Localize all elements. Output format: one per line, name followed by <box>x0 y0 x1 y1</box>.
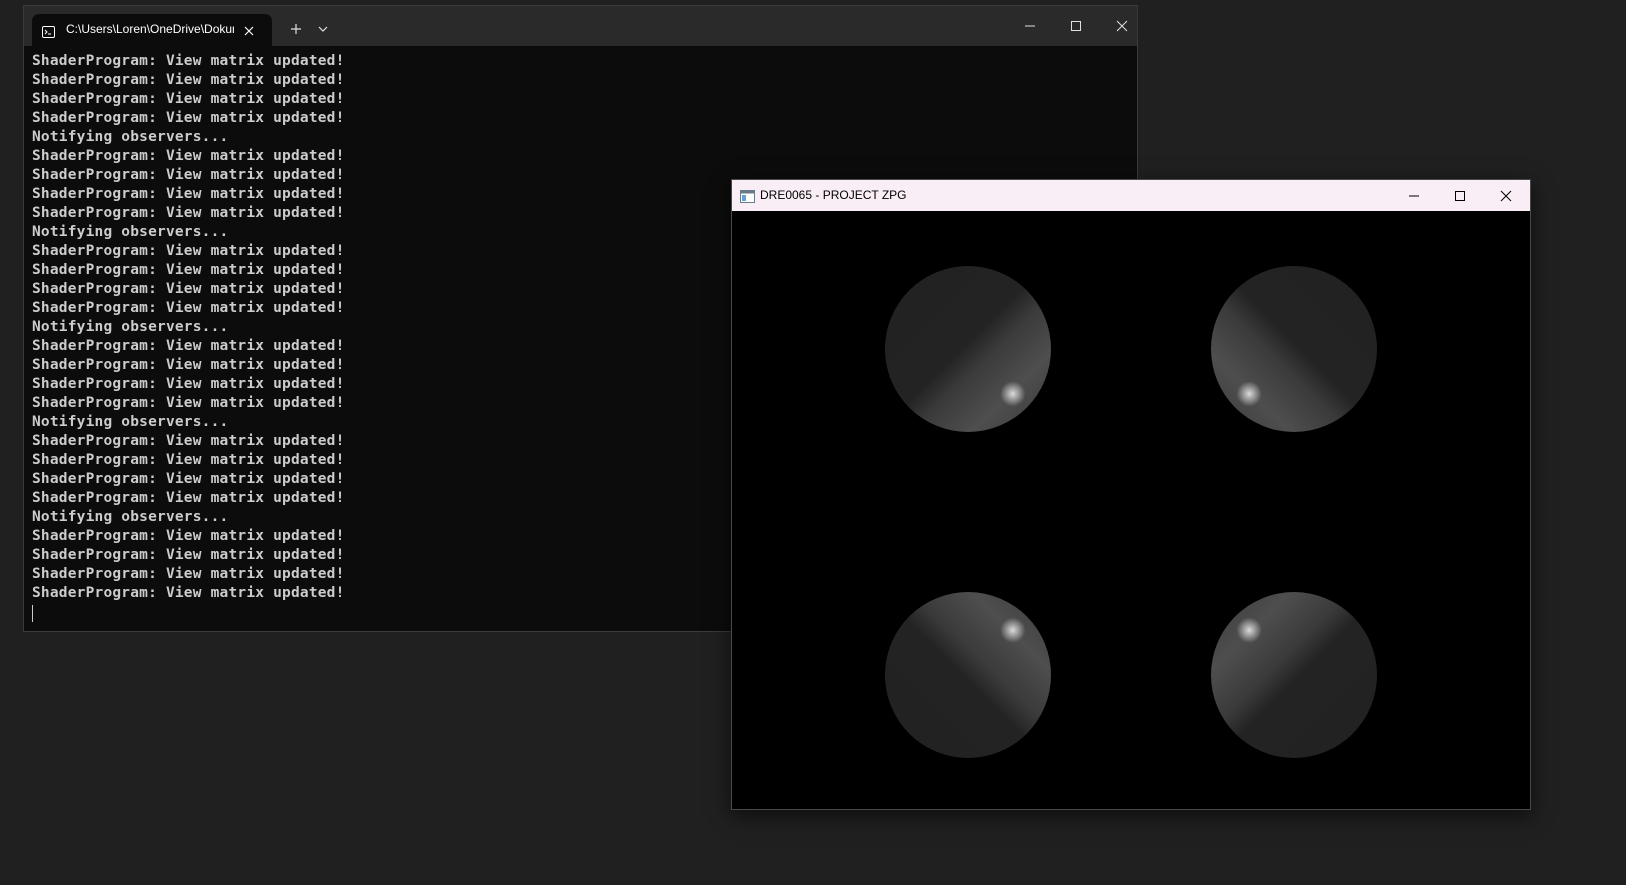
window-app-icon <box>740 188 755 203</box>
tab-dropdown-button[interactable] <box>312 18 334 40</box>
terminal-line: ShaderProgram: View matrix updated! <box>32 148 345 164</box>
terminal-line: ShaderProgram: View matrix updated! <box>32 91 345 107</box>
terminal-close-button[interactable] <box>1099 6 1145 46</box>
terminal-titlebar[interactable]: C:\Users\Loren\OneDrive\Dokumenty <box>24 6 1137 46</box>
sphere-bottom-right <box>1211 592 1377 758</box>
new-tab-button[interactable] <box>284 18 308 40</box>
sphere-bottom-left <box>885 592 1051 758</box>
terminal-maximize-button[interactable] <box>1053 6 1099 46</box>
render-viewport[interactable] <box>732 211 1530 809</box>
tab-close-icon[interactable] <box>242 23 256 37</box>
terminal-app-icon <box>42 23 55 38</box>
terminal-line: ShaderProgram: View matrix updated! <box>32 72 345 88</box>
terminal-minimize-button[interactable] <box>1007 6 1053 46</box>
opengl-window[interactable]: DRE0065 - PROJECT ZPG <box>731 179 1531 810</box>
opengl-close-button[interactable] <box>1483 180 1529 211</box>
terminal-tab[interactable]: C:\Users\Loren\OneDrive\Dokumenty <box>32 14 272 46</box>
opengl-window-title: DRE0065 - PROJECT ZPG <box>760 188 907 202</box>
terminal-line: ShaderProgram: View matrix updated! <box>32 110 345 126</box>
desktop: C:\Users\Loren\OneDrive\Dokumenty <box>0 0 1626 885</box>
opengl-titlebar[interactable]: DRE0065 - PROJECT ZPG <box>732 180 1530 211</box>
opengl-minimize-button[interactable] <box>1391 180 1437 211</box>
sphere-top-left <box>885 266 1051 432</box>
tab-title: C:\Users\Loren\OneDrive\Dokumenty <box>66 22 234 36</box>
sphere-top-right <box>1211 266 1377 432</box>
opengl-maximize-button[interactable] <box>1437 180 1483 211</box>
terminal-line: Notifying observers... <box>32 129 229 145</box>
text-cursor <box>32 605 33 622</box>
terminal-line: ShaderProgram: View matrix updated! <box>32 53 345 69</box>
